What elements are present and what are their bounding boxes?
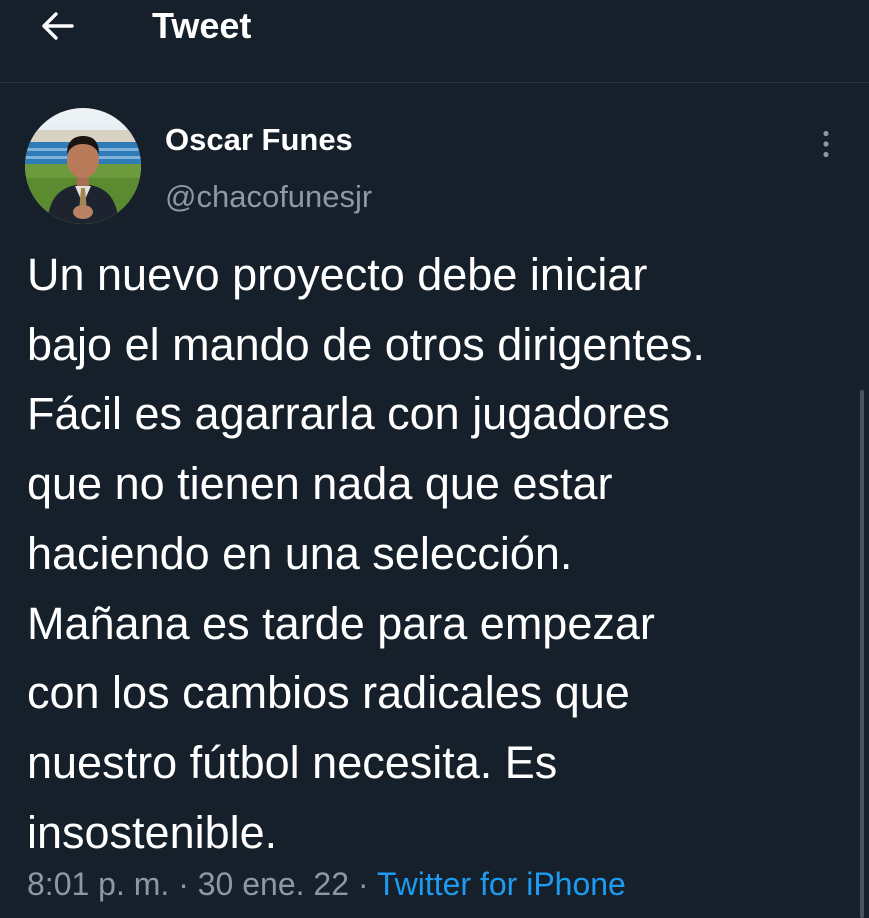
author-display-name[interactable]: Oscar Funes — [165, 121, 353, 159]
page-title: Tweet — [152, 5, 252, 46]
tweet-source-link[interactable]: Twitter for iPhone — [377, 866, 626, 902]
more-options-button[interactable] — [808, 124, 844, 164]
arrow-left-icon — [42, 12, 74, 40]
author-handle[interactable]: @chacofunesjr — [165, 178, 372, 216]
tweet-text: Un nuevo proyecto debe iniciar bajo el m… — [27, 249, 705, 858]
meta-separator: · — [348, 866, 377, 902]
scrollbar[interactable] — [860, 390, 864, 918]
profile-photo — [25, 108, 141, 224]
more-vertical-icon — [823, 130, 829, 158]
meta-separator: · — [169, 866, 198, 902]
top-bar: Tweet — [0, 0, 869, 83]
back-button[interactable] — [36, 6, 80, 46]
tweet-date: 30 ene. 22 — [197, 866, 349, 902]
avatar[interactable] — [25, 108, 141, 224]
tweet-meta: 8:01 p. m. · 30 ene. 22 · Twitter for iP… — [27, 864, 626, 904]
tweet-time: 8:01 p. m. — [27, 866, 170, 902]
